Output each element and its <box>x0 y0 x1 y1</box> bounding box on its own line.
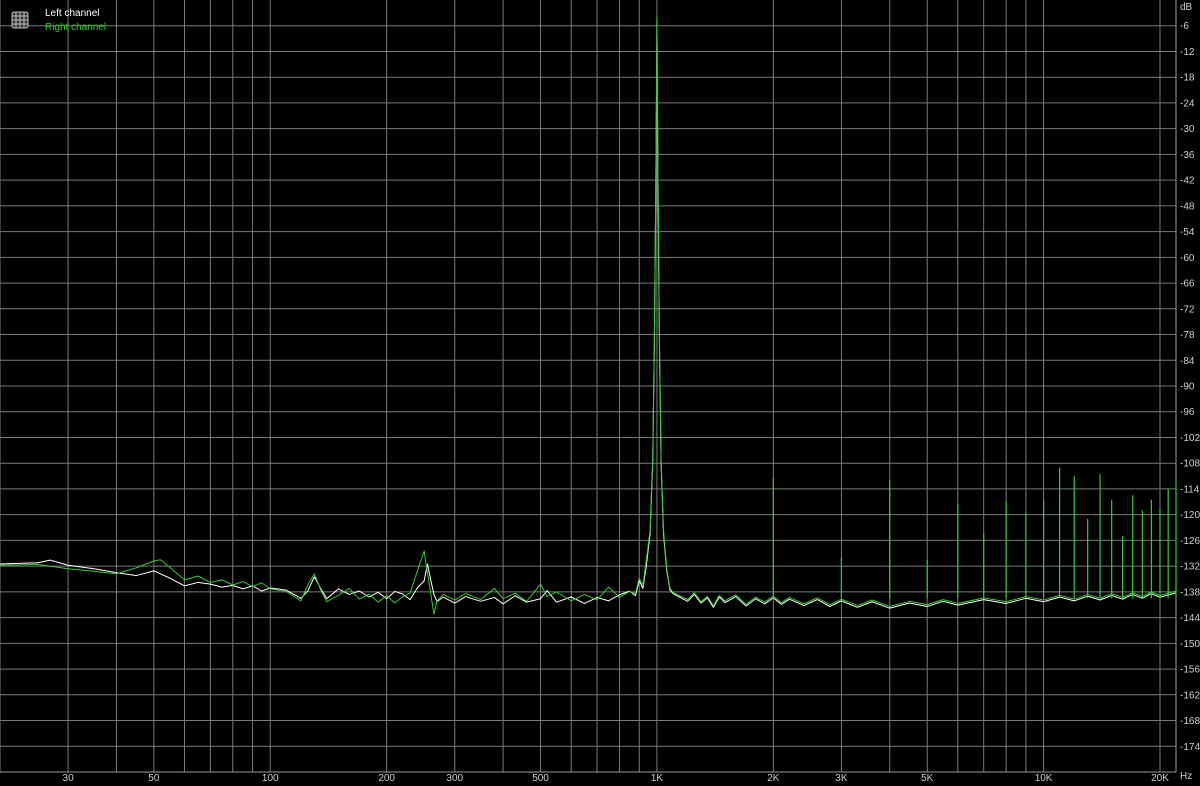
x-tick-label: 2K <box>767 773 780 784</box>
x-tick-label: 100 <box>262 773 279 784</box>
y-tick-label: -138 <box>1180 587 1200 598</box>
x-tick-label: 1K <box>651 773 664 784</box>
y-tick-label: -48 <box>1180 201 1195 212</box>
y-tick-label: -96 <box>1180 407 1195 418</box>
x-tick-label: 50 <box>148 773 160 784</box>
y-tick-label: -144 <box>1180 613 1200 624</box>
y-tick-label: -66 <box>1180 279 1195 290</box>
y-tick-label: -168 <box>1180 716 1200 727</box>
x-tick-label: 3K <box>835 773 848 784</box>
y-tick-label: -6 <box>1180 21 1189 32</box>
y-tick-label: -60 <box>1180 253 1195 264</box>
y-tick-label: -12 <box>1180 47 1195 58</box>
y-tick-label: -24 <box>1180 98 1195 109</box>
x-tick-label: 200 <box>378 773 395 784</box>
x-tick-label: 10K <box>1035 773 1053 784</box>
y-tick-label: -90 <box>1180 382 1195 393</box>
spectrum-plot: dB Hz -6 -12 -18 -24 -30 -36 -42 -48 -54 -60 -66 -7… <box>0 0 1200 786</box>
x-tick-label: 500 <box>532 773 549 784</box>
y-tick-label: -30 <box>1180 124 1195 135</box>
x-tick-label: 20K <box>1151 773 1169 784</box>
y-tick-label: -156 <box>1180 665 1200 676</box>
legend-item-left-channel: Left channel <box>45 8 100 19</box>
y-tick-label: -78 <box>1180 330 1195 341</box>
y-tick-label: -132 <box>1180 562 1200 573</box>
y-tick-label: -126 <box>1180 536 1200 547</box>
y-tick-label: -84 <box>1180 356 1195 367</box>
x-tick-label: 5K <box>921 773 934 784</box>
x-tick-label: 30 <box>63 773 75 784</box>
y-tick-label: -114 <box>1180 484 1200 495</box>
y-tick-label: -120 <box>1180 510 1200 521</box>
legend-item-right-channel: Right channel <box>45 22 106 33</box>
y-tick-label: -42 <box>1180 176 1195 187</box>
plot-background <box>0 0 1200 786</box>
y-tick-label: -150 <box>1180 639 1200 650</box>
y-tick-label: -108 <box>1180 459 1200 470</box>
y-tick-label: -54 <box>1180 227 1195 238</box>
y-axis-unit-label: dB <box>1180 2 1193 13</box>
y-tick-label: -102 <box>1180 433 1200 444</box>
y-tick-label: -72 <box>1180 304 1195 315</box>
spectrum-chart: dB Hz -6 -12 -18 -24 -30 -36 -42 -48 -54 -60 -66 -7… <box>0 0 1200 786</box>
x-tick-label: 300 <box>446 773 463 784</box>
y-tick-label: -174 <box>1180 742 1200 753</box>
y-tick-label: -162 <box>1180 690 1200 701</box>
x-axis-unit-label: Hz <box>1180 771 1192 782</box>
y-tick-label: -18 <box>1180 73 1195 84</box>
y-tick-label: -36 <box>1180 150 1195 161</box>
